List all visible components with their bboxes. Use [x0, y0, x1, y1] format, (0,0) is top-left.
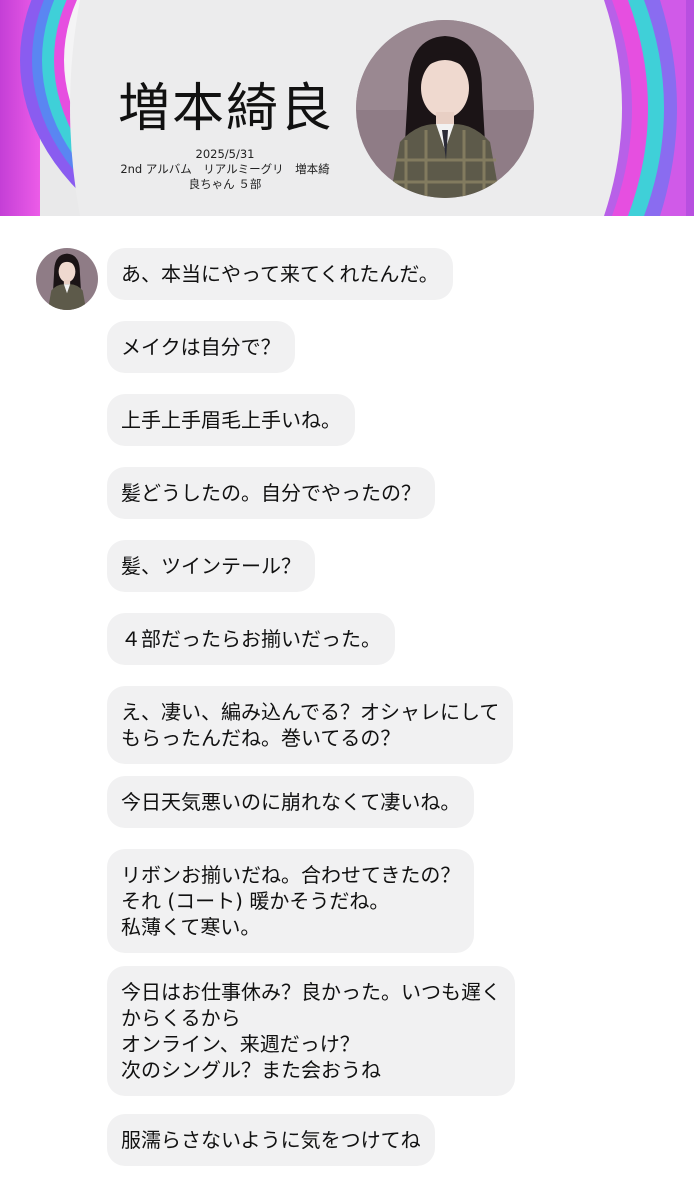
event-info: 2025/5/31 2nd アルバム リアルミーグリ 増本綺 良ちゃん ５部: [110, 147, 340, 192]
message-line: 私薄くて寒い。: [121, 915, 261, 939]
message-bubble: 服濡らさないように気をつけてね: [107, 1114, 435, 1166]
header-banner: 増本綺良 2025/5/31 2nd アルバム リアルミーグリ 増本綺 良ちゃん…: [0, 0, 694, 216]
event-title-line1: 2nd アルバム リアルミーグリ 増本綺: [120, 162, 330, 176]
message-bubble: 今日天気悪いのに崩れなくて凄いね。: [107, 776, 475, 828]
message-line: あ、本当にやって来てくれたんだ。: [121, 262, 439, 286]
message-line: もらったんだね。巻いてるの？: [121, 726, 401, 750]
message-line: メイクは自分で？: [121, 335, 281, 359]
banner-ring-decoration: [0, 0, 694, 216]
event-date: 2025/5/31: [195, 147, 255, 161]
message-line: 今日はお仕事休み？良かった。いつも遅く: [121, 980, 501, 1004]
message-line: リボンお揃いだね。合わせてきたの？: [121, 863, 461, 887]
message-bubble: 上手上手眉毛上手いね。: [107, 394, 355, 446]
message-line: 今日天気悪いのに崩れなくて凄いね。: [121, 790, 461, 814]
chat-thread: あ、本当にやって来てくれたんだ。 メイクは自分で？ 上手上手眉毛上手いね。 髪ど…: [0, 216, 694, 1200]
member-name: 増本綺良: [118, 79, 335, 139]
member-portrait-icon: [36, 248, 98, 310]
member-avatar-small: [36, 248, 98, 310]
event-title-line2: 良ちゃん ５部: [188, 177, 262, 191]
message-bubble: え、凄い、編み込んでる？オシャレにして もらったんだね。巻いてるの？: [107, 686, 514, 764]
message-bubble: 今日はお仕事休み？良かった。いつも遅く からくるから オンライン、来週だっけ？ …: [107, 966, 515, 1096]
message-bubble: メイクは自分で？: [107, 321, 295, 373]
member-portrait-icon: [356, 20, 534, 198]
message-bubble: 髪、ツインテール？: [107, 540, 315, 592]
message-bubble: 髪どうしたの。自分でやったの？: [107, 467, 435, 519]
message-line: 服濡らさないように気をつけてね: [121, 1128, 421, 1152]
message-line: それ (コート) 暖かそうだね。: [121, 889, 390, 913]
message-line: ４部だったらお揃いだった。: [121, 627, 381, 651]
message-line: からくるから: [121, 1006, 241, 1030]
message-bubble: ４部だったらお揃いだった。: [107, 613, 395, 665]
message-line: 上手上手眉毛上手いね。: [121, 408, 341, 432]
message-bubble: リボンお揃いだね。合わせてきたの？ それ (コート) 暖かそうだね。 私薄くて寒…: [107, 849, 475, 953]
message-bubble: あ、本当にやって来てくれたんだ。: [107, 248, 453, 300]
message-line: オンライン、来週だっけ？: [121, 1032, 360, 1056]
message-line: 髪どうしたの。自分でやったの？: [121, 481, 421, 505]
message-line: 次のシングル？また会おうね: [121, 1058, 381, 1082]
message-line: 髪、ツインテール？: [121, 554, 301, 578]
member-avatar-large: [356, 20, 534, 198]
message-line: え、凄い、編み込んでる？オシャレにして: [121, 700, 500, 724]
